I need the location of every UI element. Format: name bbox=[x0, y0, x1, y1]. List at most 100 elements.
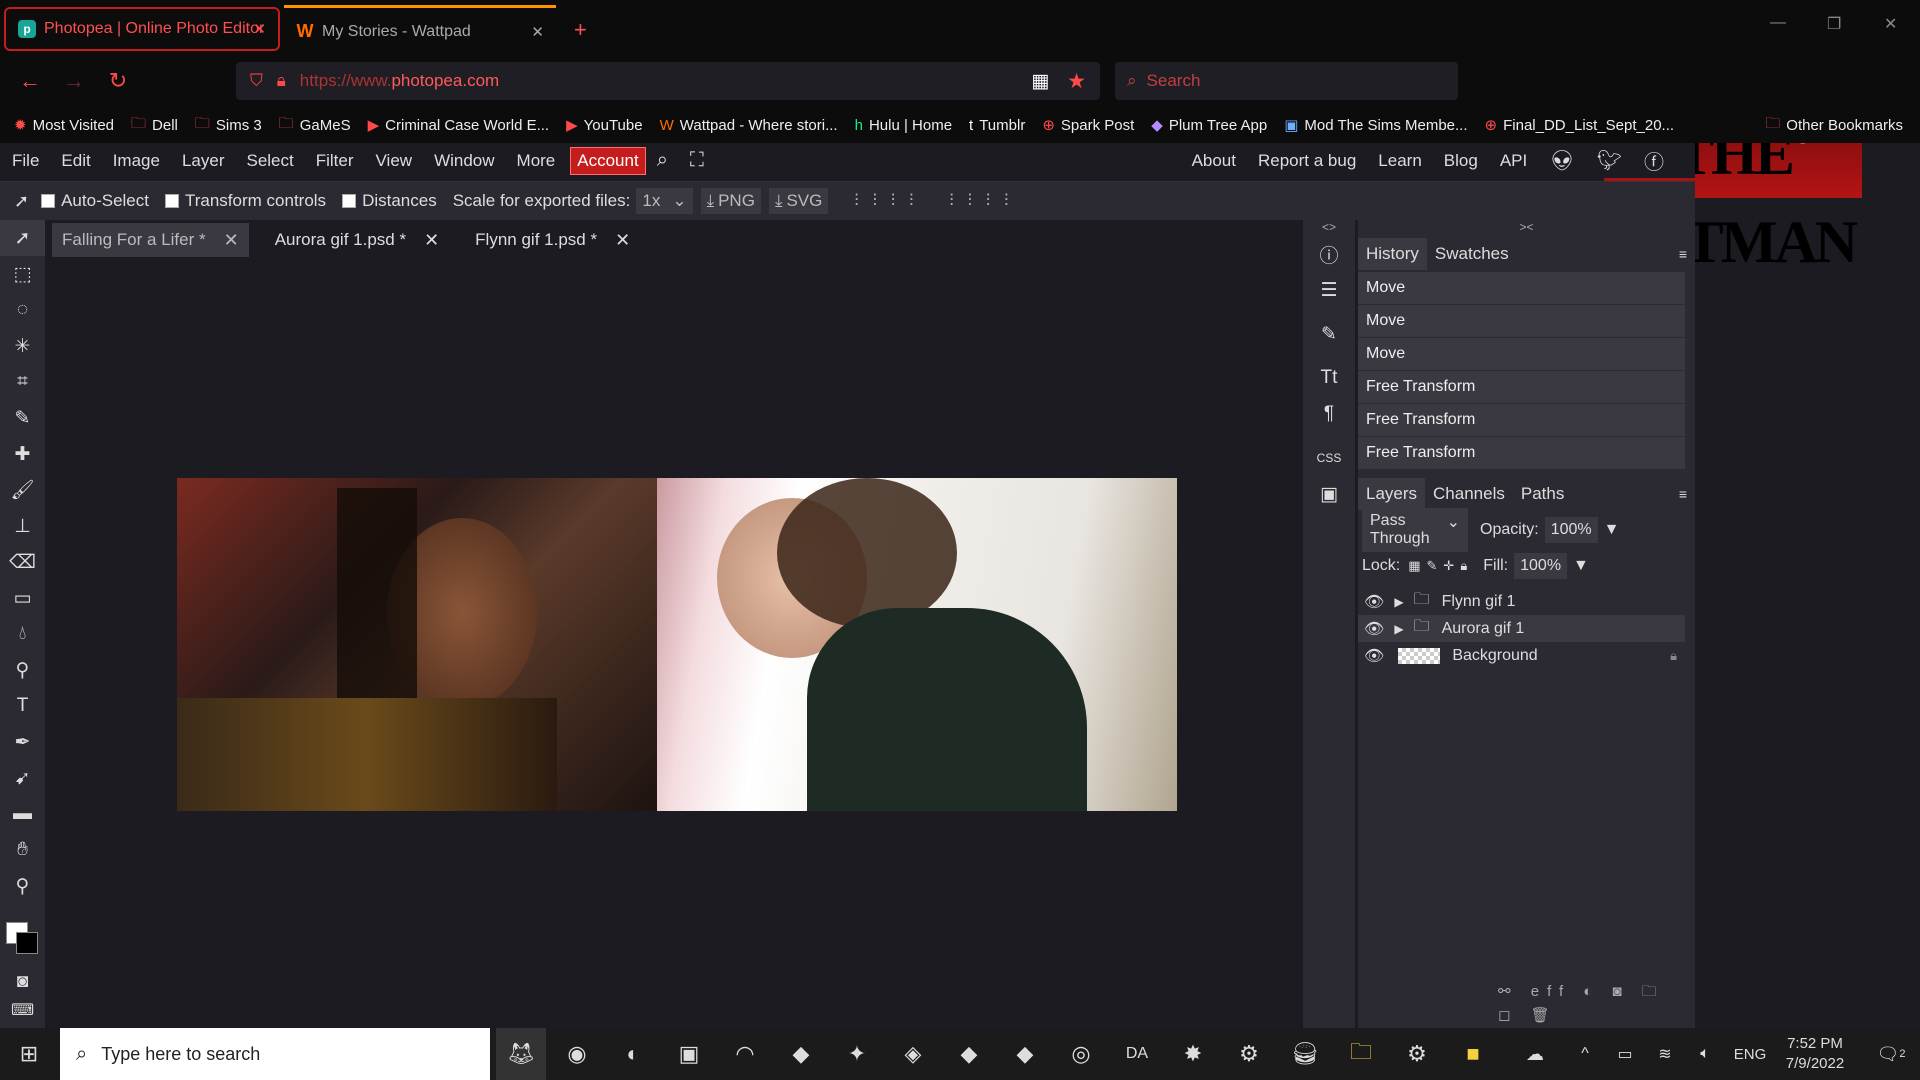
bookmark-tumblr[interactable]: t Tumblr bbox=[969, 117, 1025, 134]
crop-tool-icon[interactable]: ⌗ bbox=[0, 364, 45, 400]
dragon-age-icon[interactable]: DA bbox=[1112, 1028, 1162, 1080]
lock-icon[interactable]: 🔒︎ bbox=[277, 71, 286, 91]
browser-tab-photopea[interactable]: p Photopea | Online Photo Editor ✕ bbox=[4, 7, 280, 51]
forward-button[interactable]: → bbox=[52, 68, 96, 94]
adjustments-icon[interactable]: ☰ bbox=[1303, 272, 1355, 308]
menu-layer[interactable]: Layer bbox=[171, 151, 236, 171]
keyboard-icon[interactable]: ⌨ bbox=[0, 992, 45, 1028]
layer-row[interactable]: 👁︎ ▶ 🗀 Aurora gif 1 bbox=[1358, 615, 1685, 642]
history-item[interactable]: Move bbox=[1358, 305, 1685, 338]
layer-actions[interactable]: ⚯ eff ◐ ◙ 🗀 ◻ 🗑︎ bbox=[1498, 981, 1695, 1024]
eye-icon[interactable]: 👁︎ bbox=[1364, 592, 1384, 612]
eye-icon[interactable]: 👁︎ bbox=[1364, 619, 1384, 639]
bookmark-spark-post[interactable]: ⊕ Spark Post bbox=[1042, 116, 1134, 135]
reddit-icon[interactable]: 👽︎ bbox=[1538, 148, 1585, 173]
zoom-tool-icon[interactable]: ⚲ bbox=[0, 868, 45, 904]
shield-icon[interactable]: ⛉ bbox=[250, 71, 263, 91]
menu-blog[interactable]: Blog bbox=[1433, 151, 1489, 171]
back-button[interactable]: ← bbox=[8, 68, 52, 94]
bookmark-criminal-case[interactable]: ▶ Criminal Case World E... bbox=[368, 116, 549, 135]
close-icon[interactable]: ✕ bbox=[424, 230, 439, 251]
app-icon[interactable]: ◐ bbox=[608, 1028, 658, 1080]
app-icon[interactable]: ◠ bbox=[720, 1028, 770, 1080]
close-window-icon[interactable]: ✕ bbox=[1884, 14, 1897, 34]
facebook-icon[interactable]: ⓕ bbox=[1633, 146, 1675, 175]
eraser-tool-icon[interactable]: ⌫ bbox=[0, 544, 45, 580]
app-icon[interactable]: ▣ bbox=[664, 1028, 714, 1080]
blend-mode-select[interactable]: Pass Through ⌄ bbox=[1362, 508, 1468, 552]
sims-icon[interactable]: ◆ bbox=[776, 1028, 826, 1080]
app-icon[interactable]: ◆ bbox=[944, 1028, 994, 1080]
distances-checkbox[interactable]: Distances bbox=[342, 191, 437, 211]
history-item[interactable]: Move bbox=[1358, 338, 1685, 371]
healing-brush-icon[interactable]: ✚ bbox=[0, 436, 45, 472]
app-icon[interactable]: ✦ bbox=[832, 1028, 882, 1080]
volume-icon[interactable]: 🔈︎ bbox=[1680, 1028, 1730, 1080]
app-icon[interactable]: 🍔︎ bbox=[1280, 1028, 1330, 1080]
doc-tab-aurora[interactable]: Aurora gif 1.psd * ✕ bbox=[265, 223, 449, 257]
checkbox-icon[interactable] bbox=[41, 194, 56, 208]
lock-options-icon[interactable]: ▦✎✛🔒︎ bbox=[1408, 558, 1473, 574]
app-icon[interactable]: ◎ bbox=[1056, 1028, 1106, 1080]
account-button[interactable]: Account bbox=[570, 146, 646, 175]
history-item[interactable]: Free Transform bbox=[1358, 437, 1685, 470]
bookmark-wattpad[interactable]: W Wattpad - Where stori... bbox=[660, 117, 838, 134]
history-item[interactable]: Move bbox=[1358, 272, 1685, 305]
bookmark-star-icon[interactable]: ★ bbox=[1067, 69, 1086, 94]
expand-arrow-icon[interactable]: ▶ bbox=[1394, 595, 1403, 609]
fill-input[interactable]: 100% bbox=[1514, 553, 1568, 579]
collapse-arrows-icon[interactable]: <> bbox=[1303, 220, 1355, 236]
panel-menu-icon[interactable]: ≡ bbox=[1679, 486, 1687, 502]
bookmark-other[interactable]: 🗀 Other Bookmarks bbox=[1765, 113, 1903, 138]
bookmark-plum-tree[interactable]: ◆ Plum Tree App bbox=[1151, 116, 1267, 135]
bookmark-final-dd-list[interactable]: ⊕ Final_DD_List_Sept_20... bbox=[1485, 116, 1675, 135]
canvas-photo-left[interactable] bbox=[177, 478, 657, 811]
new-tab-button[interactable]: + bbox=[574, 17, 587, 43]
search-input[interactable]: ⌕ Search bbox=[1115, 62, 1458, 100]
history-item[interactable]: Free Transform bbox=[1358, 404, 1685, 437]
canvas-photo-right[interactable] bbox=[657, 478, 1177, 811]
scale-select[interactable]: 1x ⌄ bbox=[636, 188, 693, 214]
layer-row[interactable]: 👁︎ ▶ 🗀 Flynn gif 1 bbox=[1358, 588, 1685, 615]
export-svg-button[interactable]: ⤓ SVG bbox=[768, 188, 829, 214]
menu-window[interactable]: Window bbox=[423, 151, 505, 171]
menu-view[interactable]: View bbox=[365, 151, 424, 171]
css-icon[interactable]: CSS bbox=[1303, 440, 1355, 476]
bookmark-hulu[interactable]: h Hulu | Home bbox=[855, 117, 952, 134]
checkbox-icon[interactable] bbox=[342, 194, 357, 208]
shape-tool-icon[interactable]: ▬ bbox=[0, 796, 45, 832]
history-item[interactable]: Free Transform bbox=[1358, 371, 1685, 404]
image-icon[interactable]: ▣ bbox=[1303, 476, 1355, 512]
menu-image[interactable]: Image bbox=[102, 151, 171, 171]
address-bar[interactable]: ⛉ 🔒︎ https://www. photopea.com ▦ ★ bbox=[236, 62, 1100, 100]
bookmark-sims3[interactable]: 🗀 Sims 3 bbox=[195, 113, 262, 138]
tab-history[interactable]: History bbox=[1358, 238, 1427, 270]
background-color-swatch[interactable] bbox=[16, 932, 38, 954]
hand-tool-icon[interactable]: ✋︎ bbox=[0, 832, 45, 868]
notifications-icon[interactable]: 🗨︎ 2 bbox=[1866, 1028, 1916, 1080]
export-png-button[interactable]: ⤓ PNG bbox=[700, 188, 761, 214]
lasso-tool-icon[interactable]: ◌ bbox=[0, 292, 45, 328]
panel-menu-icon[interactable]: ≡ bbox=[1679, 246, 1687, 262]
move-tool-icon[interactable]: ➚ bbox=[0, 220, 45, 256]
transform-controls-checkbox[interactable]: Transform controls bbox=[164, 191, 326, 211]
tab-paths[interactable]: Paths bbox=[1513, 484, 1572, 504]
app-icon[interactable]: ◈ bbox=[888, 1028, 938, 1080]
menu-more[interactable]: More bbox=[506, 151, 567, 171]
align-buttons[interactable]: ⫶⫶⫶⫶ bbox=[854, 191, 927, 211]
restore-icon[interactable]: ❐ bbox=[1827, 14, 1841, 34]
app-icon[interactable]: ◆ bbox=[1000, 1028, 1050, 1080]
auto-select-checkbox[interactable]: Auto-Select bbox=[41, 191, 149, 211]
language-indicator[interactable]: ENG bbox=[1725, 1028, 1775, 1080]
close-tab-icon[interactable]: ✕ bbox=[253, 20, 266, 38]
dodge-tool-icon[interactable]: ⚲ bbox=[0, 652, 45, 688]
menu-about[interactable]: About bbox=[1181, 151, 1247, 171]
qr-code-icon[interactable]: ▦ bbox=[1031, 70, 1049, 93]
menu-edit[interactable]: Edit bbox=[50, 151, 101, 171]
bookmark-dell[interactable]: 🗀 Dell bbox=[131, 113, 178, 138]
twitter-icon[interactable]: 🐦︎ bbox=[1586, 148, 1633, 173]
origin-icon[interactable]: ◉ bbox=[552, 1028, 602, 1080]
menu-file[interactable]: File bbox=[1, 151, 50, 171]
character-icon[interactable]: Tt bbox=[1303, 360, 1355, 396]
windows-start-icon[interactable]: ⊞ bbox=[4, 1028, 54, 1080]
